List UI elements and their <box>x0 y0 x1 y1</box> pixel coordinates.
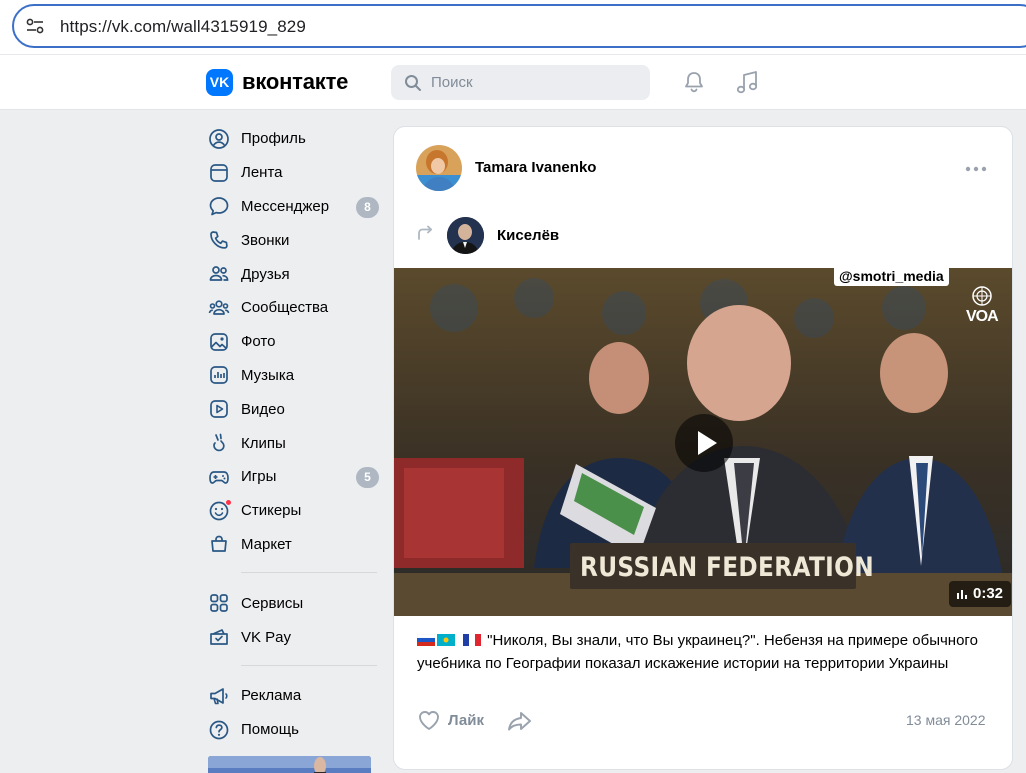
video-icon <box>208 398 230 420</box>
sidebar-ad-thumbnail[interactable] <box>208 756 371 773</box>
sidebar-item-clips[interactable]: Клипы <box>206 426 382 460</box>
phone-icon <box>208 229 230 251</box>
url-text[interactable]: https://vk.com/wall4315919_829 <box>60 17 306 37</box>
sidebar-item-music[interactable]: Музыка <box>206 359 382 393</box>
post-author[interactable]: Tamara Ivanenko <box>475 159 596 176</box>
sidebar-item-label: Фото <box>241 333 276 351</box>
sidebar-item-label: Лента <box>241 164 283 182</box>
music-icon <box>208 364 230 386</box>
sidebar-item-communities[interactable]: Сообщества <box>206 291 382 325</box>
sidebar-divider <box>241 664 377 666</box>
sidebar-item-label: Реклама <box>241 687 302 705</box>
vk-logo-icon[interactable]: VK <box>206 69 233 96</box>
sidebar-item-label: Маркет <box>241 535 292 553</box>
post-text: "Николя, Вы знали, что Вы украинец?". Не… <box>417 630 1002 675</box>
sidebar-item-profile[interactable]: Профиль <box>206 122 382 156</box>
sidebar-item-label: Клипы <box>241 434 286 452</box>
friends-icon <box>208 263 230 285</box>
search-box[interactable] <box>391 65 650 100</box>
kazakhstan-flag-icon <box>437 634 455 646</box>
share-icon[interactable] <box>507 710 533 732</box>
vkpay-icon <box>208 626 230 648</box>
unread-badge: 8 <box>356 196 379 218</box>
sound-bars-icon <box>957 590 967 599</box>
play-button[interactable] <box>675 414 733 472</box>
video-watermark: @smotri_media <box>834 268 949 286</box>
sidebar-item-services[interactable]: Сервисы <box>206 586 382 620</box>
sidebar-item-calls[interactable]: Звонки <box>206 223 382 257</box>
brand-name[interactable]: вконтакте <box>242 69 348 95</box>
stickers-icon <box>208 498 232 522</box>
repost-source-avatar[interactable] <box>447 217 484 254</box>
sidebar-item-label: Мессенджер <box>241 197 330 215</box>
profile-icon <box>208 128 230 150</box>
post-body-text: "Николя, Вы знали, что Вы украинец?". Не… <box>417 632 978 672</box>
sidebar-item-label: Звонки <box>241 231 290 249</box>
repost-arrow-icon <box>418 225 433 240</box>
sidebar-item-label: Музыка <box>241 366 295 384</box>
address-bar[interactable]: https://vk.com/wall4315919_829 <box>12 4 1026 48</box>
sidebar-item-help[interactable]: Помощь <box>206 713 382 747</box>
site-settings-icon[interactable] <box>26 18 44 34</box>
duration-text: 0:32 <box>973 585 1004 602</box>
sidebar-item-label: Видео <box>241 400 285 418</box>
services-icon <box>208 592 230 614</box>
photo-icon <box>208 331 230 353</box>
games-icon <box>208 466 230 488</box>
bell-icon[interactable] <box>682 70 706 94</box>
site-header: VK вконтакте <box>0 54 1026 110</box>
feed-icon <box>208 162 230 184</box>
sidebar-item-stickers[interactable]: Стикеры <box>206 494 382 528</box>
sidebar-item-ads[interactable]: Реклама <box>206 679 382 713</box>
sidebar-item-label: VK Pay <box>241 628 292 646</box>
sidebar-divider <box>241 572 377 574</box>
sidebar-item-label: Друзья <box>241 265 290 283</box>
left-sidebar: Профиль Лента Мессенджер 8 Звонки Друзья… <box>206 122 382 747</box>
communities-icon <box>208 297 230 319</box>
notification-dot <box>225 498 232 506</box>
russia-flag-icon <box>417 634 435 646</box>
browser-toolbar: https://vk.com/wall4315919_829 <box>0 0 1026 54</box>
wall-post: Tamara Ivanenko Киселёв RUSSIAN FEDERATI… <box>393 126 1013 770</box>
like-label: Лайк <box>448 711 484 729</box>
market-icon <box>208 533 230 555</box>
sidebar-item-label: Игры <box>241 468 277 486</box>
megaphone-icon <box>208 685 230 707</box>
sidebar-item-market[interactable]: Маркет <box>206 528 382 562</box>
nameplate-text: RUSSIAN FEDERATION <box>580 552 875 583</box>
sidebar-item-games[interactable]: Игры 5 <box>206 460 382 494</box>
author-avatar[interactable] <box>416 145 462 191</box>
help-icon <box>208 719 230 741</box>
sidebar-item-video[interactable]: Видео <box>206 392 382 426</box>
heart-icon <box>419 711 439 730</box>
sidebar-item-label: Стикеры <box>241 502 302 520</box>
un-emblem-icon <box>972 286 992 306</box>
sidebar-item-label: Профиль <box>241 130 306 148</box>
sidebar-item-messenger[interactable]: Мессенджер 8 <box>206 190 382 224</box>
search-icon <box>405 75 421 91</box>
post-date[interactable]: 13 мая 2022 <box>906 712 986 728</box>
sidebar-item-label: Помощь <box>241 721 299 739</box>
sidebar-item-label: Сообщества <box>241 299 329 317</box>
clips-icon <box>208 432 230 454</box>
play-icon <box>698 431 717 455</box>
sidebar-item-friends[interactable]: Друзья <box>206 257 382 291</box>
more-options-icon[interactable] <box>965 165 987 173</box>
france-flag-icon <box>463 634 481 646</box>
games-badge: 5 <box>356 466 379 488</box>
repost-source-name[interactable]: Киселёв <box>497 227 559 244</box>
messenger-icon <box>208 195 230 217</box>
sidebar-item-vkpay[interactable]: VK Pay <box>206 620 382 654</box>
voa-logo: VOA <box>966 308 999 325</box>
sidebar-item-photos[interactable]: Фото <box>206 325 382 359</box>
sidebar-item-feed[interactable]: Лента <box>206 156 382 190</box>
like-button[interactable]: Лайк <box>417 709 484 731</box>
video-duration: 0:32 <box>949 581 1012 607</box>
search-input[interactable] <box>431 65 641 100</box>
sidebar-item-label: Сервисы <box>241 594 304 612</box>
music-note-icon[interactable] <box>735 69 759 95</box>
video-player[interactable]: RUSSIAN FEDERATION @smotri_media VOA 0:3… <box>394 268 1012 616</box>
